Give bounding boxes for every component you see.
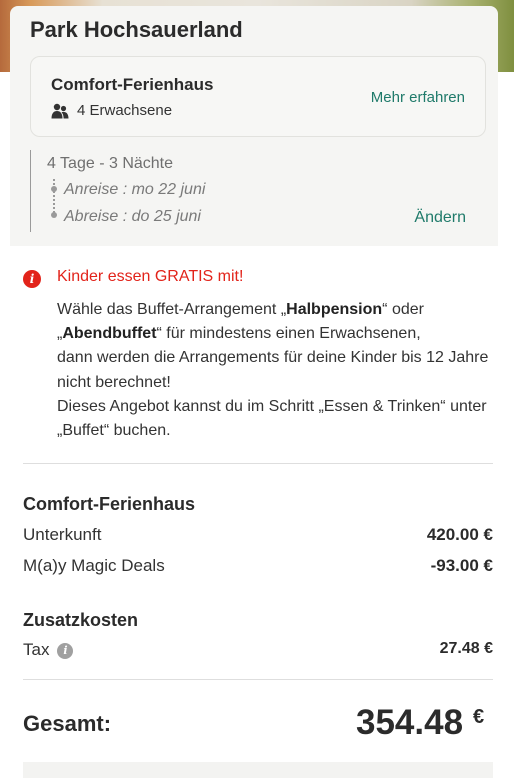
more-info-link[interactable]: Mehr erfahren: [371, 89, 465, 106]
departure-dot: [51, 212, 57, 218]
price-label: M(a)y Magic Deals: [23, 556, 165, 575]
departure-date: Abreise : do 25 juni: [64, 208, 201, 225]
arrival-date: Anreise : mo 22 juni: [64, 181, 206, 198]
accommodation-box: Comfort-Ferienhaus 4 Erwachsene Mehr erf…: [30, 56, 486, 137]
divider: [23, 463, 493, 464]
notice-text: “ für mindestens einen Erwachsenen,: [156, 325, 421, 343]
stay-duration: 4 Tage - 3 Nächte: [47, 155, 174, 172]
notice-halbpension: Halbpension: [286, 301, 383, 318]
info-alert-icon: i: [23, 270, 41, 288]
notice-abendbuffet: Abendbuffet: [62, 325, 157, 343]
tax-label-group: Tax i: [23, 640, 74, 660]
stay-dates: 4 Tage - 3 Nächte Anreise : mo 22 juni A…: [30, 150, 486, 232]
notice-text: “ oder: [382, 301, 424, 318]
notice-text: Wähle das Buffet-Arrangement „: [57, 301, 287, 318]
notice-text: dann werden die Arrangements für deine K…: [57, 349, 489, 391]
notice-body: Wähle das Buffet-Arrangement „Halbpensio…: [57, 298, 495, 443]
divider: [23, 679, 493, 680]
total-currency: €: [473, 706, 485, 728]
people-icon: [51, 103, 69, 118]
price-row-deals: M(a)y Magic Deals -93.00 €: [23, 556, 493, 578]
guests-info: 4 Erwachsene: [51, 102, 172, 119]
park-title: Park Hochsauerland: [30, 17, 243, 42]
arrival-dot: [51, 186, 57, 192]
price-value: -93.00 €: [430, 556, 493, 575]
tax-value: 27.48 €: [439, 640, 493, 657]
change-dates-link[interactable]: Ändern: [414, 209, 466, 227]
price-row-tax: Tax i 27.48 €: [23, 640, 493, 662]
accommodation-name: Comfort-Ferienhaus: [51, 75, 214, 94]
info-icon[interactable]: i: [57, 643, 74, 659]
total-value: 354.48: [356, 703, 464, 742]
total-label: Gesamt:: [23, 711, 112, 736]
notice-title: Kinder essen GRATIS mit!: [57, 268, 244, 285]
tax-label: Tax: [23, 640, 50, 659]
price-label: Unterkunft: [23, 525, 102, 544]
summary-section-title: Comfort-Ferienhaus: [23, 494, 196, 514]
extra-costs-title: Zusatzkosten: [23, 610, 139, 630]
price-value: 420.00 €: [426, 525, 493, 544]
price-row-accommodation: Unterkunft 420.00 €: [23, 525, 493, 547]
guests-label: 4 Erwachsene: [77, 102, 173, 119]
footer-strip: [23, 762, 493, 778]
notice-text: Dieses Angebot kannst du im Schritt „Ess…: [57, 397, 487, 440]
